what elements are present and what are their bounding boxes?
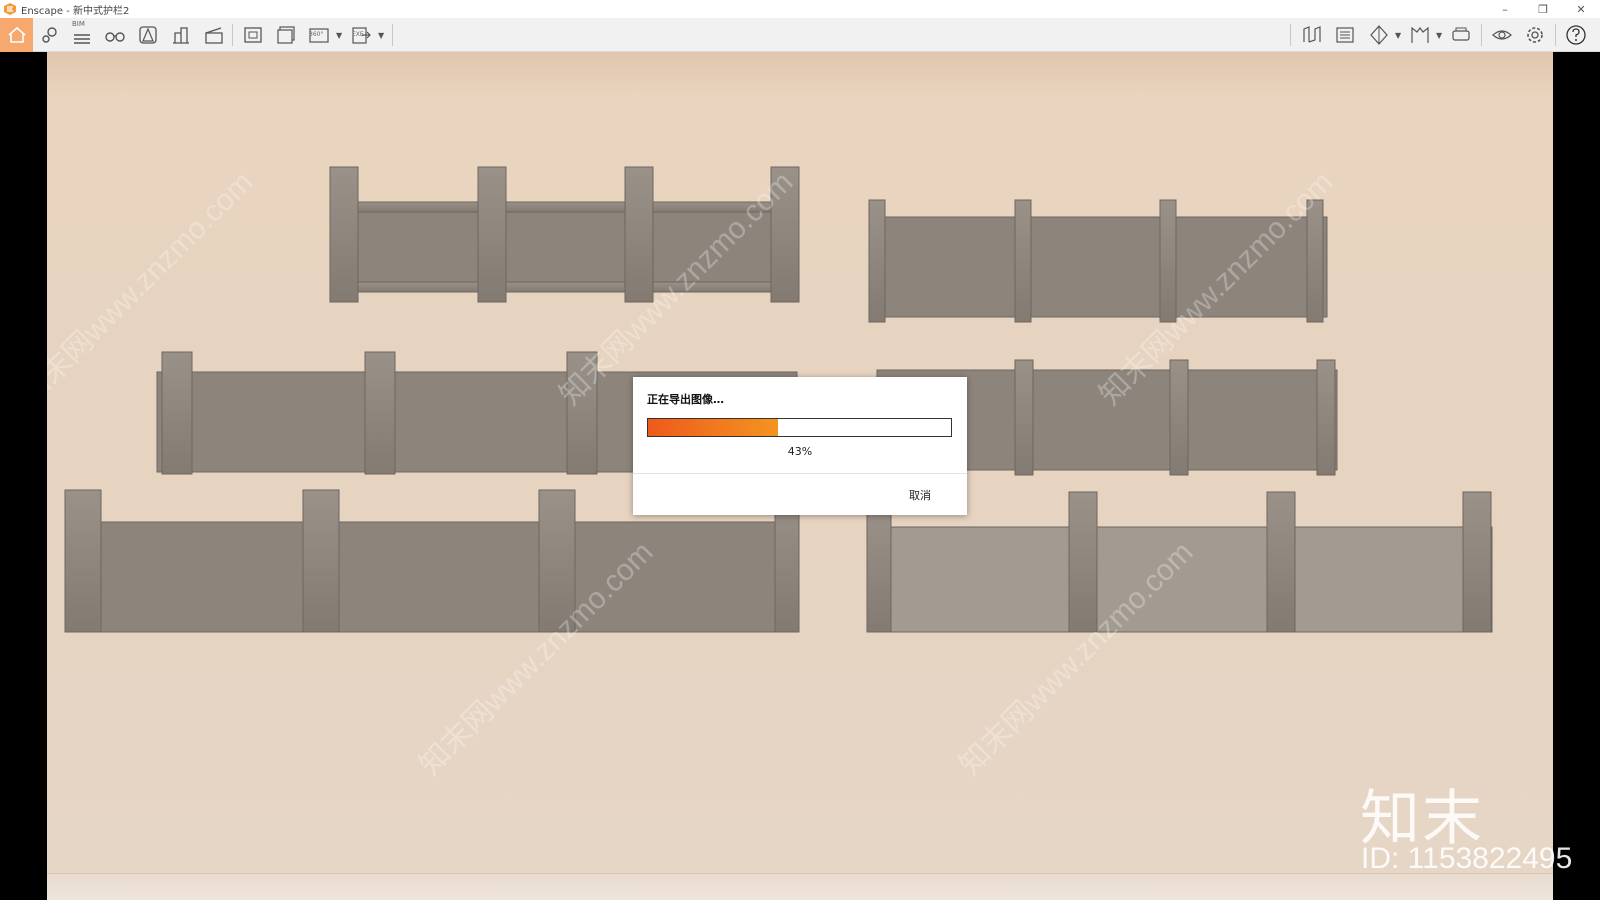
chevron-down-icon[interactable]: ▼ bbox=[336, 31, 342, 40]
toolbar-divider bbox=[1555, 24, 1556, 46]
settings-button[interactable] bbox=[1521, 21, 1549, 49]
perspective-button[interactable] bbox=[134, 21, 162, 49]
export-progress-dialog: 正在导出图像… 43% 取消 bbox=[633, 377, 967, 515]
cancel-button[interactable]: 取消 bbox=[895, 485, 945, 505]
chevron-down-icon[interactable]: ▼ bbox=[378, 31, 384, 40]
toolbar-divider bbox=[1290, 24, 1291, 46]
screenshot-button[interactable] bbox=[239, 21, 267, 49]
minimize-icon[interactable]: – bbox=[1486, 0, 1524, 18]
close-icon[interactable]: ✕ bbox=[1562, 0, 1600, 18]
dialog-divider bbox=[633, 473, 967, 474]
material-editor-icon bbox=[1336, 27, 1354, 43]
material-editor-button[interactable] bbox=[1331, 21, 1359, 49]
chevron-down-icon[interactable]: ▼ bbox=[1436, 31, 1442, 40]
visual-settings-button[interactable] bbox=[1365, 21, 1393, 49]
restore-icon[interactable]: ❐ bbox=[1524, 0, 1562, 18]
perspective-icon bbox=[139, 26, 157, 44]
dialog-title: 正在导出图像… bbox=[647, 393, 724, 406]
settings-icon bbox=[1527, 27, 1543, 43]
map-pin-button[interactable] bbox=[36, 21, 64, 49]
screenshot-icon bbox=[244, 27, 262, 43]
asset-library-button[interactable] bbox=[1298, 21, 1326, 49]
progress-fill bbox=[648, 419, 779, 436]
window-controls: – ❐ ✕ bbox=[1486, 0, 1600, 18]
visual-settings-icon bbox=[1370, 25, 1388, 45]
export-progress-bar bbox=[647, 418, 952, 437]
panorama-label: 360° bbox=[309, 31, 324, 38]
watermark-id: ID: 1153822495 bbox=[1361, 842, 1573, 875]
binoculars-icon bbox=[105, 32, 125, 42]
views-button[interactable] bbox=[1406, 21, 1434, 49]
asset-library-icon bbox=[1303, 26, 1321, 43]
vr-headset-icon bbox=[1452, 27, 1470, 41]
binoculars-button[interactable] bbox=[101, 21, 129, 49]
visibility-button[interactable] bbox=[1488, 21, 1516, 49]
building-icon bbox=[173, 27, 189, 44]
chevron-down-icon[interactable]: ▼ bbox=[1395, 31, 1401, 40]
progress-percent: 43% bbox=[787, 445, 813, 458]
help-button[interactable] bbox=[1562, 21, 1590, 49]
toolbar-divider bbox=[232, 24, 233, 46]
window-title: Enscape - 新中式护栏2 bbox=[21, 5, 130, 17]
visibility-icon bbox=[1492, 30, 1512, 40]
home-icon bbox=[7, 26, 26, 43]
vr-headset-button[interactable] bbox=[1447, 21, 1475, 49]
bim-list-icon bbox=[74, 34, 90, 44]
enscape-logo-icon bbox=[4, 3, 16, 15]
building-button[interactable] bbox=[167, 21, 195, 49]
views-icon bbox=[1411, 26, 1429, 43]
clapper-icon bbox=[205, 27, 223, 44]
toolbar-divider bbox=[392, 24, 393, 46]
help-icon bbox=[1566, 25, 1586, 45]
main-toolbar: BIM 360° ▼ EXE ▼ ▼ ▼ bbox=[0, 18, 1600, 63]
batch-render-icon bbox=[277, 26, 295, 44]
title-bar: Enscape - 新中式护栏2 – ❐ ✕ bbox=[0, 0, 1600, 18]
toolbar-divider bbox=[1481, 24, 1482, 46]
map-pin-icon bbox=[42, 27, 57, 43]
exe-label: EXE bbox=[352, 31, 364, 38]
batch-render-button[interactable] bbox=[272, 21, 300, 49]
clapper-button[interactable] bbox=[200, 21, 228, 49]
floor-edge bbox=[47, 873, 1553, 900]
bim-button[interactable] bbox=[68, 21, 96, 49]
home-button[interactable] bbox=[0, 18, 33, 52]
